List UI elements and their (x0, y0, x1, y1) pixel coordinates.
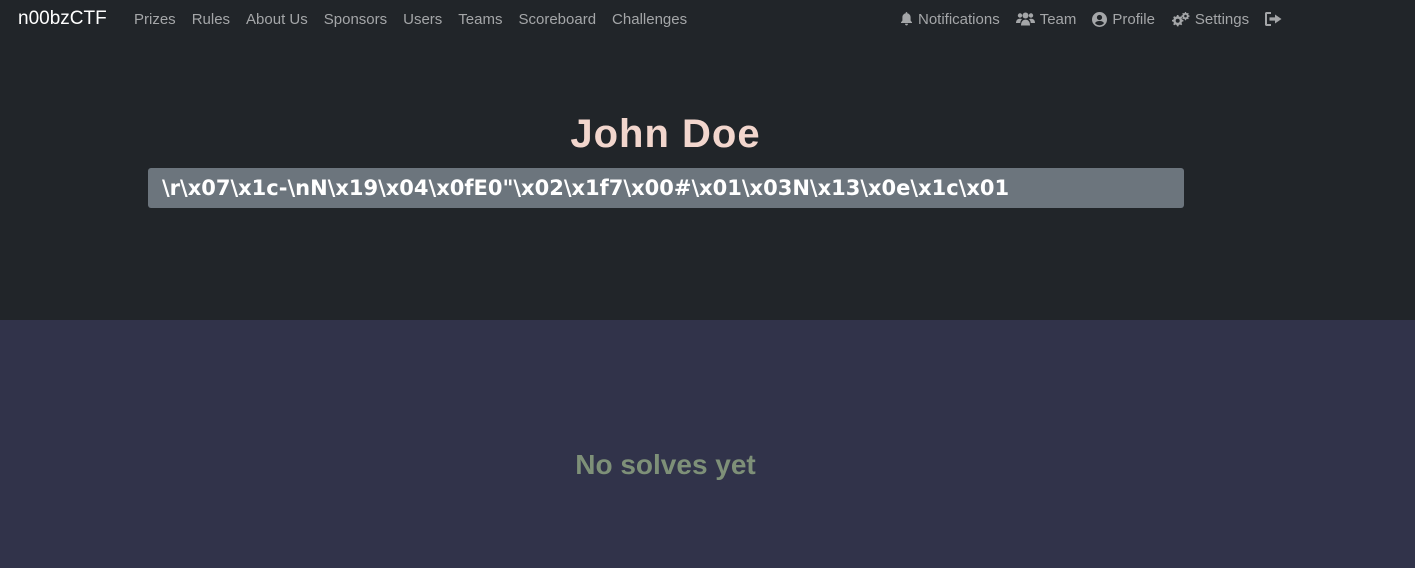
nav-left-group: Prizes Rules About Us Sponsors Users Tea… (126, 0, 695, 38)
brand-link[interactable]: n00bzCTF (18, 8, 107, 30)
top-navbar: n00bzCTF Prizes Rules About Us Sponsors … (0, 0, 1415, 38)
nav-link-scoreboard[interactable]: Scoreboard (510, 11, 604, 28)
user-circle-icon (1092, 11, 1108, 27)
nav-link-prizes[interactable]: Prizes (126, 11, 184, 28)
nav-link-notifications-label: Notifications (918, 10, 1000, 28)
sign-out-icon (1265, 12, 1282, 26)
nav-link-team-label: Team (1039, 10, 1077, 28)
no-solves-message: No solves yet (575, 449, 756, 480)
users-icon (1015, 12, 1035, 26)
nav-link-notifications[interactable]: Notifications (892, 11, 1008, 28)
logout-button[interactable] (1257, 12, 1295, 26)
bell-icon (901, 12, 912, 26)
nav-link-about-us[interactable]: About Us (238, 11, 316, 28)
nav-link-sponsors[interactable]: Sponsors (316, 11, 395, 28)
nav-right-group: Notifications Team Profile Settings (892, 0, 1295, 38)
nav-link-team[interactable]: Team (1008, 11, 1085, 28)
nav-link-rules[interactable]: Rules (184, 11, 238, 28)
nav-link-challenges[interactable]: Challenges (604, 11, 695, 28)
solves-section: No solves yet (0, 320, 1415, 568)
user-name: John Doe (570, 112, 761, 156)
affiliation-badge: \r\x07\x1c-\nN\x19\x04\x0fE0"\x02\x1f7\x… (148, 168, 1184, 208)
nav-link-settings-label: Settings (1194, 10, 1250, 28)
nav-link-settings[interactable]: Settings (1163, 11, 1257, 28)
nav-link-profile[interactable]: Profile (1084, 11, 1163, 28)
profile-header: John Doe \r\x07\x1c-\nN\x19\x04\x0fE0"\x… (0, 38, 1415, 320)
nav-link-users[interactable]: Users (395, 11, 450, 28)
nav-link-profile-label: Profile (1112, 10, 1155, 28)
nav-link-teams[interactable]: Teams (450, 11, 510, 28)
cogs-icon (1171, 11, 1190, 26)
